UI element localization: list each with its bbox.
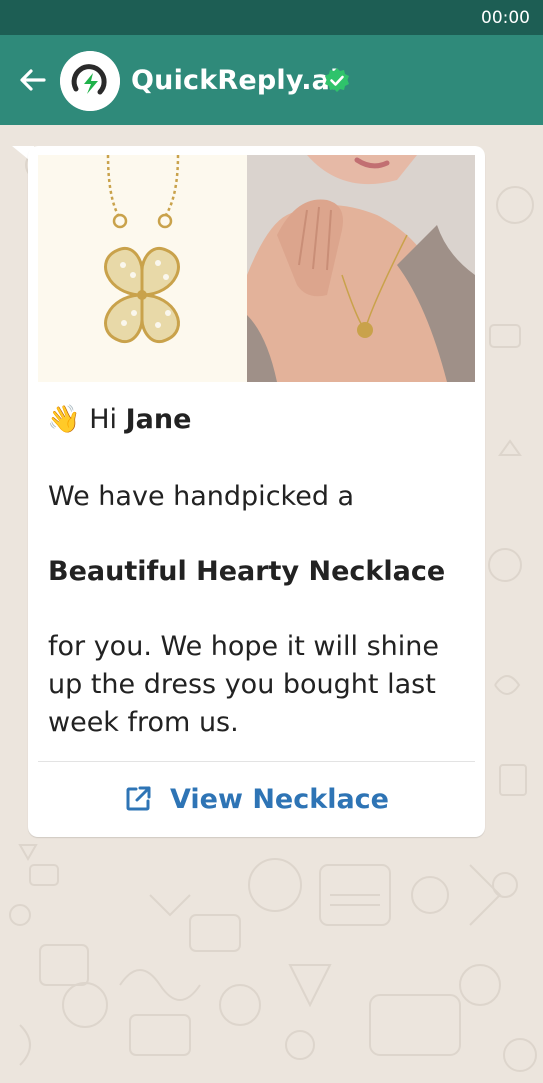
external-link-icon xyxy=(126,786,151,811)
chat-header: QuickReply.ai xyxy=(0,35,543,125)
message-line-3c: week from us. xyxy=(48,707,239,738)
status-time: 00:00 xyxy=(481,7,530,28)
wave-emoji: 👋 xyxy=(47,404,81,435)
verified-check-icon xyxy=(325,68,349,92)
necklace-illustration xyxy=(38,155,247,382)
model-wearing-necklace-image[interactable] xyxy=(247,155,475,382)
recipient-name: Jane xyxy=(125,404,192,435)
status-bar: 00:00 xyxy=(0,0,543,35)
greeting-line: 👋 Hi Jane xyxy=(47,403,191,435)
message-line-3b: up the dress you bought last xyxy=(48,669,436,700)
model-photo xyxy=(247,155,475,382)
message-line-1: We have handpicked a xyxy=(48,481,355,512)
brand-logo-icon xyxy=(60,51,120,111)
necklace-product-image[interactable] xyxy=(38,155,247,382)
chat-title[interactable]: QuickReply.ai xyxy=(131,65,340,96)
greeting-prefix: Hi xyxy=(89,404,118,435)
view-necklace-label: View Necklace xyxy=(170,783,389,815)
message-line-3a: for you. We hope it will shine xyxy=(48,631,439,662)
view-necklace-button[interactable]: View Necklace xyxy=(38,762,475,836)
avatar[interactable] xyxy=(60,51,120,111)
product-name: Beautiful Hearty Necklace xyxy=(48,556,446,587)
arrow-left-icon[interactable] xyxy=(16,64,48,96)
